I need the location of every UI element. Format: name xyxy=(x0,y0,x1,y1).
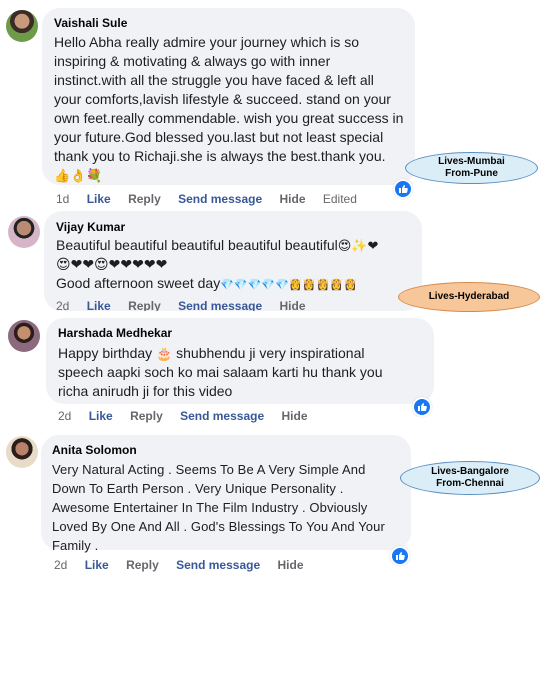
thumbs-up-icon[interactable] xyxy=(412,397,432,417)
send-message-button[interactable]: Send message xyxy=(180,409,264,423)
reply-button[interactable]: Reply xyxy=(128,299,161,311)
send-message-button[interactable]: Send message xyxy=(176,558,260,572)
location-callout: Lives-Bangalore From-Chennai xyxy=(400,461,540,495)
comment-text: Hello Abha really admire your journey wh… xyxy=(54,33,404,185)
comment-actions: 2d Like Reply Send message Hide xyxy=(54,558,318,572)
comment-time[interactable]: 1d xyxy=(56,192,69,206)
cake-emoji: 🎂 xyxy=(156,346,173,361)
callout-line: From-Pune xyxy=(445,168,498,179)
comment-text: Happy birthday 🎂 shubhendu ji very inspi… xyxy=(58,344,408,401)
comment-author[interactable]: Vaishali Sule xyxy=(54,16,127,30)
comment-body: Very Natural Acting . Seems To Be A Very… xyxy=(52,462,385,553)
like-button[interactable]: Like xyxy=(89,409,113,423)
comment-author[interactable]: Harshada Medhekar xyxy=(58,326,172,340)
comment-emoji: 😍✨❤ xyxy=(337,238,379,253)
thumbs-up-icon[interactable] xyxy=(390,546,410,566)
reply-button[interactable]: Reply xyxy=(126,558,159,572)
comment-body: Beautiful beautiful beautiful beautiful … xyxy=(56,237,338,253)
comment-time[interactable]: 2d xyxy=(58,409,71,423)
comment-body: Hello Abha really admire your journey wh… xyxy=(54,34,404,164)
comment-emoji: 💎💎💎💎💎👸👸👸👸👸 xyxy=(220,279,358,291)
reply-button[interactable]: Reply xyxy=(130,409,163,423)
send-message-button[interactable]: Send message xyxy=(178,299,262,311)
callout-line: Lives-Hyderabad xyxy=(428,291,510,302)
avatar[interactable] xyxy=(6,436,38,468)
thumbs-up-icon[interactable] xyxy=(393,179,413,199)
comment-emoji: 👍👌💐 xyxy=(54,168,103,183)
comment-actions: 2d Like Reply Send message Hide xyxy=(56,299,320,311)
like-button[interactable]: Like xyxy=(87,192,111,206)
like-button[interactable]: Like xyxy=(85,558,109,572)
callout-line: Lives-Mumbai xyxy=(438,156,505,167)
callout-line: Lives-Bangalore xyxy=(431,466,509,477)
hide-button[interactable]: Hide xyxy=(279,192,305,206)
comment-body-2: Good afternoon sweet day xyxy=(56,275,221,291)
comment-time[interactable]: 2d xyxy=(56,299,69,311)
comment-time[interactable]: 2d xyxy=(54,558,67,572)
comment-author[interactable]: Vijay Kumar xyxy=(56,220,125,234)
like-button[interactable]: Like xyxy=(87,299,111,311)
callout-line: From-Chennai xyxy=(436,478,504,489)
comment-actions: 2d Like Reply Send message Hide xyxy=(58,409,322,423)
hide-button[interactable]: Hide xyxy=(277,558,303,572)
avatar[interactable] xyxy=(6,10,38,42)
reply-button[interactable]: Reply xyxy=(128,192,161,206)
location-callout: Lives-Hyderabad xyxy=(398,282,540,312)
send-message-button[interactable]: Send message xyxy=(178,192,262,206)
comment-body: Happy birthday xyxy=(58,345,153,361)
edited-label: Edited xyxy=(322,192,357,206)
location-callout: Lives-Mumbai From-Pune xyxy=(405,152,538,184)
comment-text: Beautiful beautiful beautiful beautiful … xyxy=(56,236,406,295)
comment-actions: 1d Like Reply Send message Hide Edited xyxy=(56,192,371,206)
comment-emoji: 😍❤❤😍❤❤❤❤❤ xyxy=(56,256,168,272)
avatar[interactable] xyxy=(8,320,40,352)
avatar[interactable] xyxy=(8,216,40,248)
comment-text: Very Natural Acting . Seems To Be A Very… xyxy=(52,460,392,555)
comment-author[interactable]: Anita Solomon xyxy=(52,443,137,457)
hide-button[interactable]: Hide xyxy=(279,299,305,311)
hide-button[interactable]: Hide xyxy=(281,409,307,423)
